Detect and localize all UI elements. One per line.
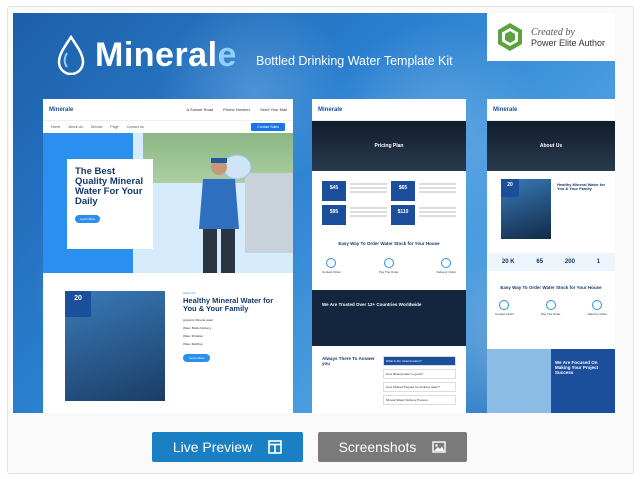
author-badge: Created by Power Elite Author (487, 13, 615, 61)
mini-menu: Home About Us Service Page Contact Us Co… (43, 121, 293, 133)
mini-menu-item: Contact Us (126, 125, 144, 129)
step-item: Delivery Order (437, 258, 456, 274)
home-page-preview: Minerale A Sunset Road Phone Number Send… (43, 99, 293, 413)
live-preview-label: Live Preview (172, 439, 253, 455)
step-item: Pay The Order (541, 300, 561, 316)
mini-menu-item: Service (90, 125, 103, 129)
step-icon (499, 300, 510, 310)
mini-about: 20 About Us Healthy Mineral Water for Yo… (43, 273, 293, 413)
faq-title: Always There To Answer you (322, 356, 375, 366)
mini-cta: Contact Sales (251, 123, 285, 131)
power-elite-icon (498, 23, 522, 51)
mini-menu-item: Home (51, 125, 61, 129)
screenshots-label: Screenshots (338, 439, 417, 455)
brand-name: Minerale (95, 35, 237, 74)
mini-menu-item: Page (110, 125, 119, 129)
feature-item: Water Bottle Delivery (183, 325, 212, 330)
mini-hero: The Best Quality Mineral Water For Your … (43, 133, 293, 273)
mini-logo: Minerale (318, 106, 343, 113)
mini-logo: Minerale (49, 106, 74, 113)
pricing-page-preview: Minerale Pricing Plan $45 $65 $95 $110 E… (312, 99, 466, 413)
focus-title: We Are Focused On Making Your Project Su… (555, 360, 599, 375)
about-page-preview: Minerale About Us 20 Healthy Mineral Wat… (487, 99, 615, 413)
live-preview-button[interactable]: Live Preview (152, 432, 303, 462)
counter-row: 20 K 65 200 1 (487, 253, 615, 271)
mini-info: A Sunset Road (186, 107, 214, 112)
step-icon (592, 300, 603, 310)
step-item: Delivery Order (588, 300, 607, 316)
mini-header: Minerale (487, 99, 615, 121)
about-kicker: About Us (183, 291, 196, 295)
about-title: Healthy Mineral Water for You & Your Fam… (557, 182, 606, 192)
image-icon (432, 441, 447, 453)
feature-item: Water Refilling (183, 341, 203, 346)
faq-row: Mineral Water Delivery Process (383, 395, 456, 405)
screenshots-button[interactable]: Screenshots (318, 432, 467, 462)
counter-item: 1 (596, 259, 601, 265)
counter-item: 20 K (501, 259, 515, 265)
step-icon (441, 258, 452, 268)
mini-info: Send Your Mail (260, 107, 287, 112)
mini-hero-button: Learn More (75, 214, 101, 223)
counter-item: 65 (536, 259, 544, 265)
feature-item: Hygienic Mineral water (183, 317, 214, 322)
faq-row: How Mineral water is good? (383, 369, 456, 379)
trusted-title: We Are Trusted Over 12+ Countries Worldw… (322, 302, 422, 307)
template-tagline: Bottled Drinking Water Template Kit (256, 54, 453, 68)
price-card: $45 (322, 181, 387, 201)
order-steps: Easy Way To Order Water Stock for Your H… (312, 235, 466, 280)
author-created-label: Created by (531, 26, 575, 38)
order-title: Easy Way To Order Water Stock for Your H… (338, 241, 440, 246)
about-hero: About Us (487, 121, 615, 171)
step-icon (383, 258, 394, 268)
mini-logo: Minerale (493, 106, 518, 113)
mini-menu-item: About Us (68, 125, 83, 129)
faq-row: How Filtered Prepare for drinking water? (383, 382, 456, 392)
feature-item: Water Filtration (183, 333, 204, 338)
mini-header: Minerale (312, 99, 466, 121)
brand-logo: Minerale (55, 35, 237, 75)
faq-section: Always There To Answer you What is the m… (312, 346, 466, 413)
water-drop-icon (57, 35, 85, 75)
focus-section: We Are Focused On Making Your Project Su… (487, 349, 615, 413)
step-item: Pay The Order (379, 258, 399, 274)
counter-item: 200 (564, 259, 575, 265)
about-stat: 20 (65, 291, 91, 317)
mini-hero-card: The Best Quality Mineral Water For Your … (67, 159, 153, 249)
step-item: Contact Order (495, 300, 514, 316)
mini-header: Minerale A Sunset Road Phone Number Send… (43, 99, 293, 121)
delivery-man-image (199, 154, 252, 273)
price-card: $65 (391, 181, 456, 201)
about-hero-title: About Us (539, 143, 563, 149)
pricing-hero: Pricing Plan (312, 121, 466, 171)
about-stat: 20 (501, 179, 519, 197)
faq-row: What is the mineral water? (383, 356, 456, 366)
price-card: $95 (322, 205, 387, 225)
author-name: Power Elite Author (531, 37, 606, 48)
step-icon (545, 300, 556, 310)
trusted-section: We Are Trusted Over 12+ Countries Worldw… (312, 290, 466, 346)
mini-info: Phone Number (223, 107, 251, 112)
step-item: Contact Order (322, 258, 341, 274)
order-title: Easy Way To Order Water Stock for Your H… (500, 285, 602, 290)
order-steps: Easy Way To Order Water Stock for Your H… (487, 271, 615, 330)
about-block: 20 Healthy Mineral Water for You & Your … (487, 171, 615, 253)
about-title: Healthy Mineral Water for You & Your Fam… (183, 296, 274, 314)
mini-hero-title: The Best Quality Mineral Water For Your … (75, 166, 144, 207)
pricing-hero-title: Pricing Plan (374, 143, 404, 149)
about-button: Learn More (183, 353, 211, 362)
layout-icon (268, 440, 282, 454)
step-icon (326, 258, 337, 268)
preview-banner[interactable]: Minerale Bottled Drinking Water Template… (13, 13, 615, 413)
price-card: $110 (391, 205, 456, 225)
price-grid: $45 $65 $95 $110 (312, 171, 466, 235)
